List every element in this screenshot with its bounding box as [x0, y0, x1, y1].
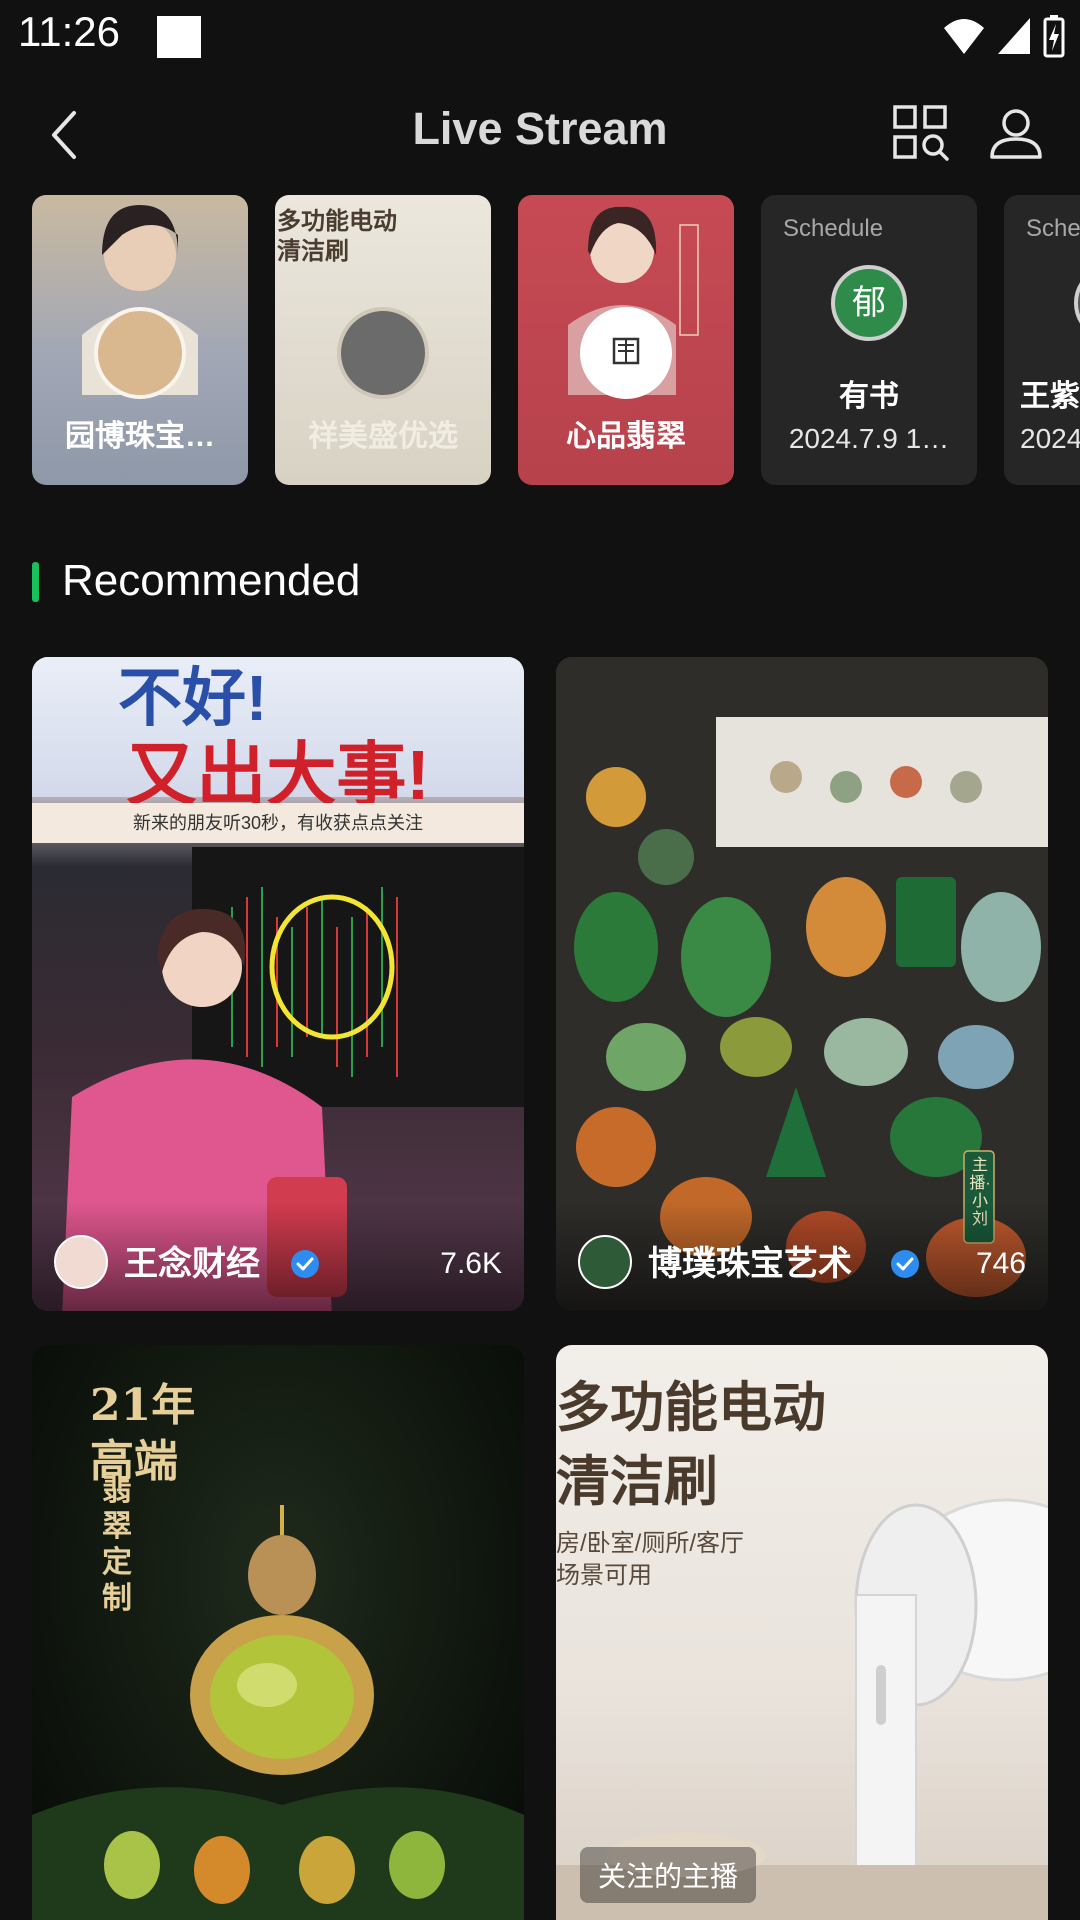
schedule-label: Schedule	[783, 215, 884, 242]
section-accent-bar	[32, 562, 39, 602]
story-label: 园博珠宝…	[65, 420, 215, 453]
host-name[interactable]: 博璞珠宝艺术	[648, 1236, 852, 1285]
host-name[interactable]: 王念财经	[124, 1236, 260, 1285]
section-title: Recommended	[62, 556, 361, 605]
host-avatar	[337, 307, 429, 399]
host-avatar[interactable]	[578, 1235, 632, 1289]
schedule-date: 2024	[1020, 423, 1080, 454]
verified-badge-icon	[891, 1250, 919, 1278]
host-avatar[interactable]	[54, 1235, 108, 1289]
live-card[interactable]: 不好! 又出大事! 新来的朋友听30秒，有收获点点关注 王念财经 7.6K	[32, 657, 524, 1311]
viewer-count: 746	[975, 1247, 1026, 1280]
host-avatar: 郁	[831, 265, 907, 341]
logo-icon	[612, 337, 640, 365]
schedule-host-name: 王紫	[1020, 380, 1080, 413]
live-card[interactable]: 多功能电动 清洁刷 房/卧室/厕所/客厅 场景可用 关注的主播	[556, 1345, 1048, 1920]
profile-button[interactable]	[988, 105, 1044, 161]
host-avatar	[1074, 265, 1080, 341]
grid-search-icon	[893, 105, 949, 161]
story-label: 祥美盛优选	[308, 420, 458, 453]
followed-host-tag[interactable]: 关注的主播	[580, 1847, 757, 1903]
schedule-host-name: 有书	[839, 380, 899, 413]
story-card[interactable]: 多功能电动 清洁刷 祥美盛优选	[275, 195, 491, 485]
verified-badge-icon	[291, 1250, 319, 1278]
scan-search-button[interactable]	[893, 105, 949, 161]
status-icons	[942, 14, 1066, 58]
story-card[interactable]: 园博珠宝…	[32, 195, 248, 485]
viewer-count: 7.6K	[440, 1247, 502, 1280]
live-card[interactable]: 21年 高端 翡翠定制	[32, 1345, 524, 1920]
top-app-bar: Live Stream	[0, 85, 1080, 175]
schedule-card[interactable]: Sche 王紫 2024	[1004, 195, 1080, 485]
schedule-label: Sche	[1026, 215, 1080, 242]
notification-icon	[157, 16, 201, 58]
shop-logo	[580, 307, 672, 399]
subline: 新来的朋友听30秒，有收获点点关注	[32, 803, 524, 843]
live-stories-row[interactable]: 园博珠宝… 多功能电动 清洁刷 祥美盛优选 心品翡翠 Schedule 郁 有书…	[32, 195, 1080, 487]
poster-text: 清洁刷	[277, 238, 349, 265]
host-avatar	[94, 307, 186, 399]
battery-icon	[1043, 15, 1065, 58]
status-bar: 11:26	[0, 0, 1080, 75]
schedule-card[interactable]: Schedule 郁 有书 2024.7.9 1…	[761, 195, 977, 485]
live-card[interactable]: 主播·小刘 博璞珠宝艺术 746	[556, 657, 1048, 1311]
story-card[interactable]: 心品翡翠	[518, 195, 734, 485]
status-time: 11:26	[18, 8, 120, 55]
schedule-date: 2024.7.9 1…	[788, 423, 950, 454]
story-label: 心品翡翠	[566, 420, 686, 453]
signal-icon	[998, 18, 1030, 54]
cleaning-brush-product	[556, 1498, 1048, 1920]
wifi-icon	[944, 19, 984, 54]
jade-pendant	[32, 1505, 524, 1920]
person-icon	[990, 109, 1042, 159]
